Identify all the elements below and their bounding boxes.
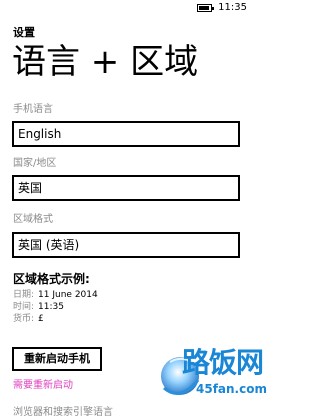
regional-format-picker[interactable]: 英国 (英语) [12,232,240,258]
example-row-time: 时间: 11:35 [13,302,64,313]
regional-format-label: 区域格式 [13,214,53,225]
watermark-title: 路饭网 [182,346,264,379]
restart-required-note: 需要重新启动 [13,380,73,391]
phone-language-picker[interactable]: English [12,121,240,147]
battery-icon [197,4,214,12]
status-time: 11:35 [218,2,247,13]
status-bar: 11:35 [0,0,252,16]
example-time-value: 11:35 [38,302,64,312]
browser-search-language-link[interactable]: 浏览器和搜索引擎语言 [13,407,113,419]
example-currency-key: 货币: [13,314,35,324]
app-title: 设置 [13,26,35,39]
example-date-value: 11 June 2014 [38,290,98,300]
page-title: 语言 + 区域 [12,42,199,82]
example-time-key: 时间: [13,302,35,312]
restart-phone-button[interactable]: 重新启动手机 [12,347,102,371]
country-region-label: 国家/地区 [13,158,57,169]
country-region-picker[interactable]: 英国 [12,175,240,201]
format-example-title: 区域格式示例: [13,272,90,286]
example-row-date: 日期: 11 June 2014 [13,290,98,301]
watermark-domain: 45fan.com [196,382,267,396]
example-row-currency: 货币: £ [13,314,44,325]
example-date-key: 日期: [13,290,35,300]
phone-language-label: 手机语言 [13,104,53,115]
example-currency-value: £ [38,314,44,324]
